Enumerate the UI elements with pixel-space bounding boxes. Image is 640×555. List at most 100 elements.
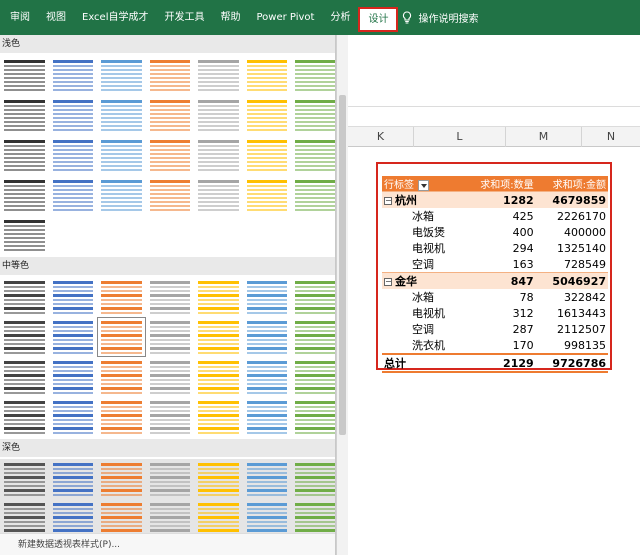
pivot-style-swatch[interactable] (291, 175, 335, 215)
pivot-style-swatch[interactable] (194, 317, 243, 357)
pivot-style-swatch[interactable] (146, 175, 195, 215)
swatch-line (198, 128, 239, 131)
tell-me-search[interactable]: 操作说明搜索 (402, 10, 478, 25)
pivot-style-swatch[interactable] (0, 357, 49, 397)
pivot-style-swatch[interactable] (49, 357, 98, 397)
pivot-style-swatch[interactable] (243, 397, 292, 437)
gallery-scrollbar[interactable] (336, 35, 348, 555)
pivot-style-swatch[interactable] (97, 95, 146, 135)
pivot-style-swatch[interactable] (243, 277, 292, 317)
pivot-style-swatch[interactable] (97, 357, 146, 397)
pivot-style-swatch[interactable] (97, 317, 146, 357)
swatch-line (101, 346, 142, 350)
column-header-m[interactable]: M (506, 127, 582, 147)
pivot-style-swatch[interactable] (243, 55, 292, 95)
pivot-style-swatch[interactable] (243, 175, 292, 215)
pivot-style-swatch[interactable] (291, 135, 335, 175)
tab-design[interactable]: 设计 (358, 7, 399, 32)
pivot-style-swatch[interactable] (49, 95, 98, 135)
pivot-style-swatch[interactable] (0, 397, 49, 437)
pivot-style-swatch[interactable] (0, 277, 49, 317)
pivot-style-swatch[interactable] (146, 357, 195, 397)
collapse-icon[interactable]: − (384, 197, 392, 206)
pivot-style-swatch[interactable] (146, 317, 195, 357)
pivot-style-swatch[interactable] (146, 277, 195, 317)
swatch-line (52, 493, 93, 496)
pivot-style-swatch[interactable] (0, 317, 49, 357)
pivot-style-swatch[interactable] (0, 215, 49, 255)
row-labels-header[interactable]: 行标签 (382, 176, 464, 192)
pivot-style-swatch[interactable] (194, 135, 243, 175)
swatch-line (101, 200, 142, 203)
tab-developer[interactable]: 开发工具 (157, 0, 213, 35)
pivot-style-swatch[interactable] (0, 459, 49, 499)
swatch-line (52, 471, 93, 474)
pivot-item-row: 电饭煲 400 400000 (382, 224, 608, 240)
pivot-style-swatch[interactable] (194, 175, 243, 215)
pivot-style-swatch[interactable] (194, 459, 243, 499)
pivot-style-swatch[interactable] (97, 175, 146, 215)
group-label[interactable]: − 金华 (382, 272, 464, 290)
collapse-icon[interactable]: − (384, 278, 392, 287)
pivot-style-swatch[interactable] (49, 55, 98, 95)
pivot-style-swatch[interactable] (97, 55, 146, 95)
pivot-style-swatch[interactable] (49, 277, 98, 317)
pivot-style-swatch[interactable] (145, 459, 194, 499)
tab-excel-self-study[interactable]: Excel自学成才 (74, 0, 157, 35)
pivot-style-swatch[interactable] (48, 459, 97, 499)
swatch-line (246, 204, 287, 207)
tab-review[interactable]: 审阅 (2, 0, 38, 35)
group-label[interactable]: − 杭州 (382, 191, 464, 209)
pivot-style-swatch[interactable] (194, 277, 243, 317)
pivot-style-swatch[interactable] (243, 95, 292, 135)
pivot-style-swatch[interactable] (0, 175, 49, 215)
new-pivot-style-button[interactable]: 新建数据透视表样式(P)... (0, 533, 335, 555)
scrollbar-thumb[interactable] (339, 95, 346, 435)
pivot-style-swatch[interactable] (291, 397, 335, 437)
filter-dropdown-icon[interactable] (418, 179, 429, 191)
pivot-style-swatch[interactable] (49, 175, 98, 215)
column-header-l[interactable]: L (414, 127, 506, 147)
pivot-style-swatch[interactable] (97, 277, 146, 317)
pivot-style-swatch[interactable] (97, 135, 146, 175)
pivot-style-swatch[interactable] (242, 459, 291, 499)
pivot-style-swatch[interactable] (146, 95, 195, 135)
pivot-style-swatch[interactable] (243, 317, 292, 357)
pivot-style-swatch[interactable] (194, 95, 243, 135)
pivot-style-swatch[interactable] (291, 277, 335, 317)
pivot-style-swatch[interactable] (97, 459, 146, 499)
swatch-line (4, 382, 45, 385)
pivot-style-swatch[interactable] (291, 459, 335, 499)
pivot-style-swatch[interactable] (49, 135, 98, 175)
pivot-style-swatch[interactable] (243, 357, 292, 397)
pivot-style-swatch[interactable] (194, 397, 243, 437)
pivot-style-swatch[interactable] (146, 135, 195, 175)
tab-power-pivot[interactable]: Power Pivot (249, 0, 323, 35)
pivot-style-swatch[interactable] (0, 135, 49, 175)
swatch-line (198, 116, 239, 119)
pivot-style-swatch[interactable] (97, 397, 146, 437)
tab-help[interactable]: 帮助 (213, 0, 249, 35)
swatch-line (149, 76, 190, 79)
pivot-style-swatch[interactable] (291, 357, 335, 397)
pivot-style-swatch[interactable] (49, 397, 98, 437)
formula-bar[interactable] (348, 107, 640, 127)
tab-analyze[interactable]: 分析 (322, 0, 358, 35)
pivot-style-swatch[interactable] (194, 55, 243, 95)
pivot-style-swatch[interactable] (146, 397, 195, 437)
swatch-line (101, 462, 142, 466)
column-header-k[interactable]: K (348, 127, 414, 147)
pivot-style-swatch[interactable] (291, 55, 335, 95)
pivot-style-swatch[interactable] (291, 95, 335, 135)
pivot-style-swatch[interactable] (243, 135, 292, 175)
swatch-line (149, 351, 190, 354)
tab-view[interactable]: 视图 (38, 0, 74, 35)
pivot-style-swatch[interactable] (194, 357, 243, 397)
swatch-line (52, 351, 93, 354)
pivot-style-swatch[interactable] (146, 55, 195, 95)
column-header-n[interactable]: N (582, 127, 640, 147)
pivot-style-swatch[interactable] (291, 317, 335, 357)
pivot-style-swatch[interactable] (0, 95, 49, 135)
pivot-style-swatch[interactable] (0, 55, 49, 95)
pivot-style-swatch[interactable] (49, 317, 98, 357)
